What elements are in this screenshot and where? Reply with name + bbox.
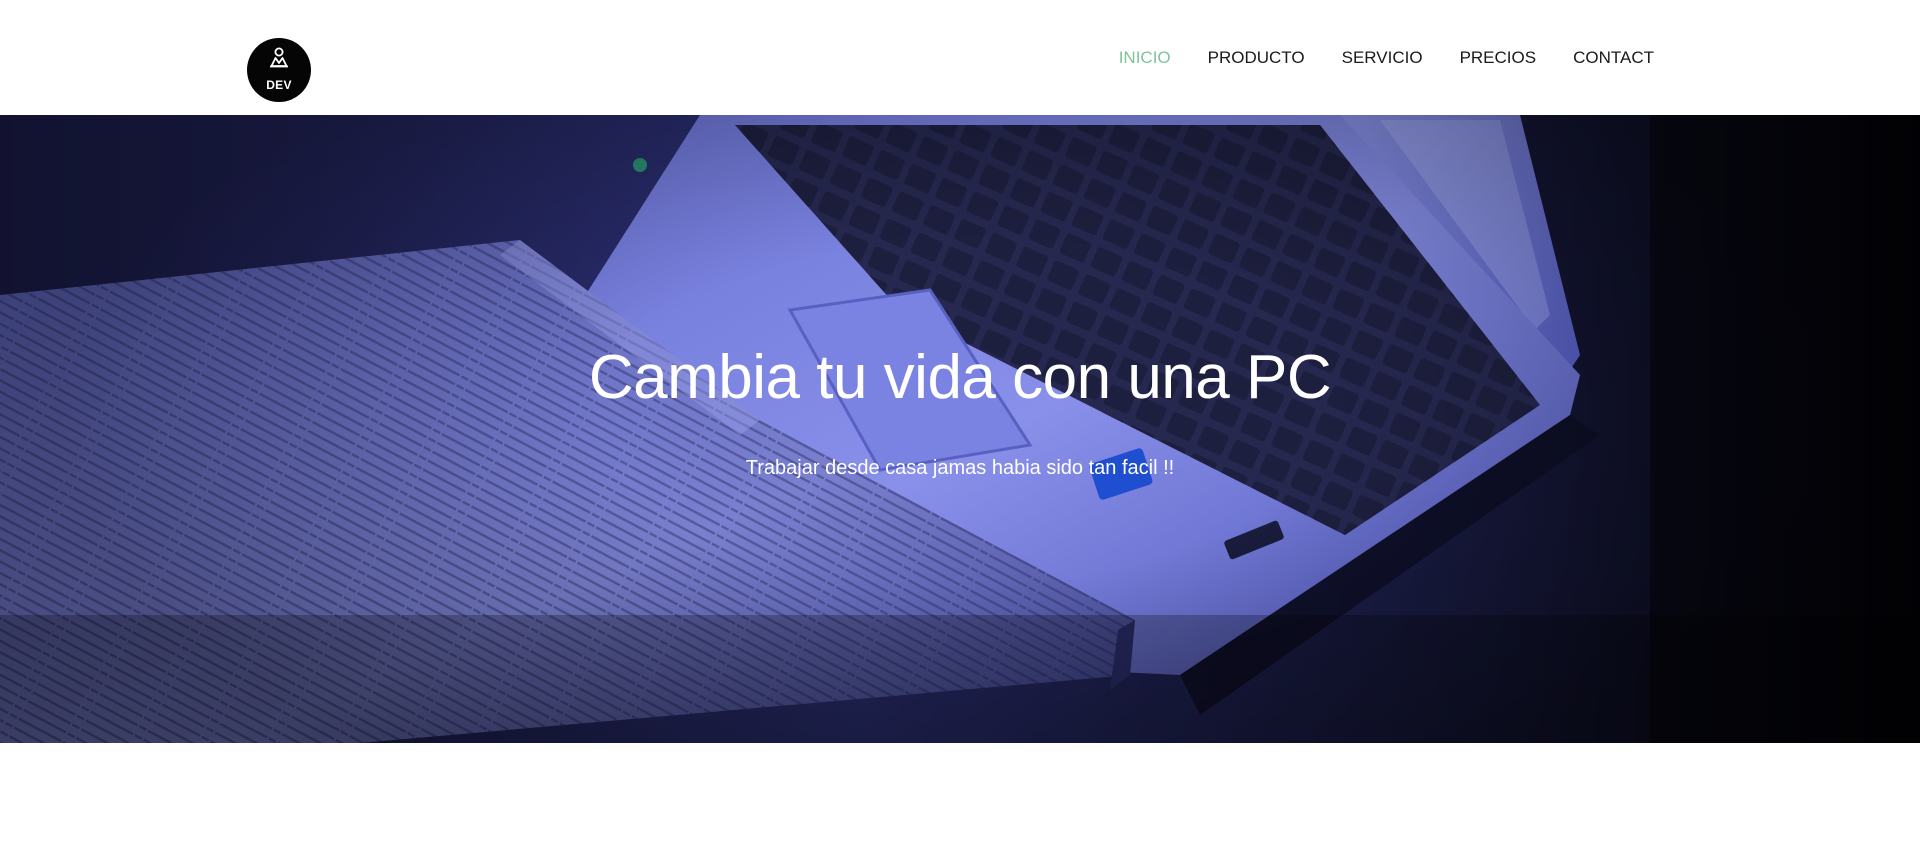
- navbar: DEV INICIO PRODUCTO SERVICIO PRECIOS CON…: [0, 0, 1920, 115]
- hero-section: Cambia tu vida con una PC Trabajar desde…: [0, 115, 1920, 743]
- main-nav: INICIO PRODUCTO SERVICIO PRECIOS CONTACT: [1119, 47, 1654, 69]
- nav-item-servicio[interactable]: SERVICIO: [1342, 47, 1423, 69]
- user-network-icon: [270, 47, 288, 68]
- hero-overlay: [0, 115, 1920, 743]
- logo-text: DEV: [266, 78, 292, 92]
- hero-subtitle: Trabajar desde casa jamas habia sido tan…: [745, 457, 1175, 479]
- hero-title: Cambia tu vida con una PC: [588, 343, 1332, 412]
- nav-item-producto[interactable]: PRODUCTO: [1208, 47, 1305, 69]
- nav-item-inicio[interactable]: INICIO: [1119, 47, 1171, 69]
- logo[interactable]: DEV: [247, 38, 311, 102]
- nav-item-contact[interactable]: CONTACT: [1573, 47, 1654, 69]
- nav-item-precios[interactable]: PRECIOS: [1460, 47, 1537, 69]
